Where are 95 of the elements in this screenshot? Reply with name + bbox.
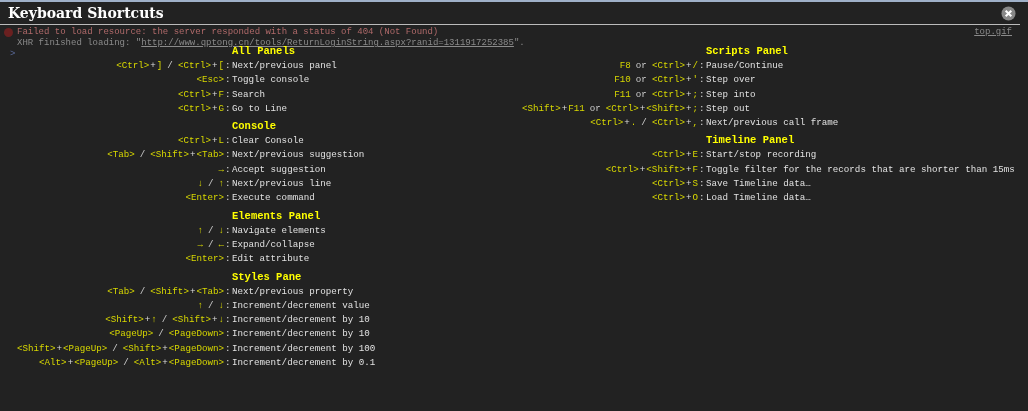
log-message: XHR finished loading: "http://www.qptong.cn/tools/ReturnLoginString.aspx?ranid=1311917252385". bbox=[16, 38, 525, 48]
key-separator: : bbox=[698, 116, 706, 131]
shortcut-description: Step into bbox=[706, 87, 757, 102]
dialog-title: Keyboard Shortcuts bbox=[8, 3, 164, 23]
key-separator: : bbox=[698, 101, 706, 116]
shortcut-description: Step over bbox=[706, 73, 757, 88]
section-heading: Timeline Panel bbox=[706, 133, 796, 149]
key-separator: : bbox=[224, 101, 232, 116]
shortcut-keys: <PageUp> / <PageDown> bbox=[0, 327, 224, 342]
key-separator: : bbox=[224, 177, 232, 192]
shortcut-description: Edit attribute bbox=[232, 252, 311, 267]
shortcut-keys: <Tab> / <Shift>+<Tab> bbox=[0, 284, 224, 299]
key-separator: : bbox=[224, 327, 232, 342]
key-separator: : bbox=[224, 148, 232, 163]
shortcut-keys: <Shift>+↑ / <Shift>+↓ bbox=[0, 313, 224, 328]
shortcut-description: Toggle console bbox=[232, 73, 311, 88]
key-separator: : bbox=[224, 87, 232, 102]
console-prompt[interactable]: > bbox=[4, 49, 16, 60]
key-separator: : bbox=[698, 148, 706, 163]
shortcut-keys: F11 or <Ctrl>+; bbox=[500, 87, 698, 102]
shortcut-description: Step out bbox=[706, 101, 752, 116]
key-separator: : bbox=[224, 73, 232, 88]
key-separator: : bbox=[224, 191, 232, 206]
shortcut-description: Increment/decrement by 10 bbox=[232, 313, 371, 328]
shortcut-keys: <Ctrl>+S bbox=[500, 177, 698, 192]
key-separator: : bbox=[698, 87, 706, 102]
shortcut-keys: <Ctrl>+<Shift>+F bbox=[500, 162, 698, 178]
section-heading: Elements Panel bbox=[232, 208, 322, 224]
shortcut-description: Next/previous property bbox=[232, 284, 355, 299]
shortcut-description: Expand/collapse bbox=[232, 237, 316, 252]
key-separator: : bbox=[224, 341, 232, 356]
shortcut-keys: <Shift>+<PageUp> / <Shift>+<PageDown> bbox=[0, 341, 224, 357]
shortcut-keys: ↑ / ↓ bbox=[0, 223, 224, 238]
shortcut-keys: <Enter> bbox=[0, 191, 224, 206]
key-separator: : bbox=[224, 356, 232, 371]
key-separator: : bbox=[224, 59, 232, 73]
shortcut-keys: F8 or <Ctrl>+/ bbox=[500, 59, 698, 74]
error-icon bbox=[4, 28, 13, 37]
shortcut-description: Next/previous suggestion bbox=[232, 148, 366, 163]
url-link[interactable]: http://www.qptong.cn/tools/ReturnLoginString.aspx?ranid=1311917252385 bbox=[141, 38, 514, 48]
shortcut-keys: ↑ / ↓ bbox=[0, 298, 224, 314]
section-heading: Styles Pane bbox=[232, 269, 303, 285]
shortcut-description: Increment/decrement by 100 bbox=[232, 341, 377, 356]
shortcut-description: Accept suggestion bbox=[232, 162, 327, 177]
shortcut-description: Start/stop recording bbox=[706, 148, 818, 163]
shortcut-description: Increment/decrement by 10 bbox=[232, 327, 371, 342]
shortcut-keys: <Ctrl>+] / <Ctrl>+[ bbox=[0, 59, 224, 74]
shortcut-keys: <Shift>+F11 or <Ctrl>+<Shift>+; bbox=[500, 101, 698, 117]
key-separator: : bbox=[698, 177, 706, 192]
shortcut-description: Execute command bbox=[232, 191, 316, 206]
shortcut-description: Navigate elements bbox=[232, 223, 327, 238]
shortcut-keys: → bbox=[0, 162, 224, 178]
key-separator: : bbox=[224, 162, 232, 177]
key-separator: : bbox=[224, 298, 232, 313]
key-separator: : bbox=[698, 191, 706, 206]
shortcut-description: Go to Line bbox=[232, 101, 289, 116]
shortcut-description: Pause/Continue bbox=[706, 59, 785, 73]
shortcut-description: Next/previous panel bbox=[232, 59, 338, 73]
shortcut-keys: <Ctrl>+F bbox=[0, 87, 224, 102]
key-separator: : bbox=[224, 313, 232, 328]
shortcut-description: Load Timeline data… bbox=[706, 191, 812, 206]
shortcut-keys: <Enter> bbox=[0, 252, 224, 267]
shortcut-description: Increment/decrement value bbox=[232, 298, 371, 313]
key-separator: : bbox=[224, 134, 232, 149]
key-separator: : bbox=[698, 59, 706, 73]
key-separator: : bbox=[224, 223, 232, 238]
shortcut-keys: → / ← bbox=[0, 237, 224, 253]
shortcut-keys: F10 or <Ctrl>+' bbox=[500, 73, 698, 88]
shortcut-keys: <Ctrl>+. / <Ctrl>+, bbox=[500, 116, 698, 131]
shortcut-keys: <Alt>+<PageUp> / <Alt>+<PageDown> bbox=[0, 356, 224, 371]
shortcut-description: Toggle filter for the records that are shorter than 15ms bbox=[706, 162, 1015, 177]
shortcut-description: Search bbox=[232, 87, 267, 102]
section-heading: Console bbox=[232, 119, 278, 135]
key-separator: : bbox=[698, 73, 706, 88]
shortcut-keys: <Ctrl>+E bbox=[500, 148, 698, 163]
shortcut-description: Next/previous line bbox=[232, 177, 333, 192]
source-link[interactable]: top.gif bbox=[974, 27, 1012, 38]
key-separator: : bbox=[224, 237, 232, 252]
shortcut-description: Clear Console bbox=[232, 134, 305, 149]
shortcut-description: Save Timeline data… bbox=[706, 177, 812, 192]
key-separator: : bbox=[224, 284, 232, 299]
close-icon[interactable] bbox=[1001, 5, 1016, 21]
shortcut-keys: <Esc> bbox=[0, 73, 224, 88]
section-heading: Scripts Panel bbox=[706, 44, 789, 59]
key-separator: : bbox=[698, 162, 706, 177]
shortcut-description: Increment/decrement by 0.1 bbox=[232, 356, 377, 371]
shortcut-keys: <Ctrl>+G bbox=[0, 101, 224, 117]
error-message: Failed to load resource: the server responded with a status of 404 (Not Found) bbox=[17, 27, 439, 38]
shortcut-description: Next/previous call frame bbox=[706, 116, 840, 131]
shortcut-keys: <Ctrl>+O bbox=[500, 191, 698, 206]
section-heading: All Panels bbox=[232, 45, 295, 59]
shortcut-keys: ↓ / ↑ bbox=[0, 177, 224, 192]
shortcut-keys: <Ctrl>+L bbox=[0, 134, 224, 149]
key-separator: : bbox=[224, 252, 232, 267]
shortcut-keys: <Tab> / <Shift>+<Tab> bbox=[0, 148, 224, 163]
